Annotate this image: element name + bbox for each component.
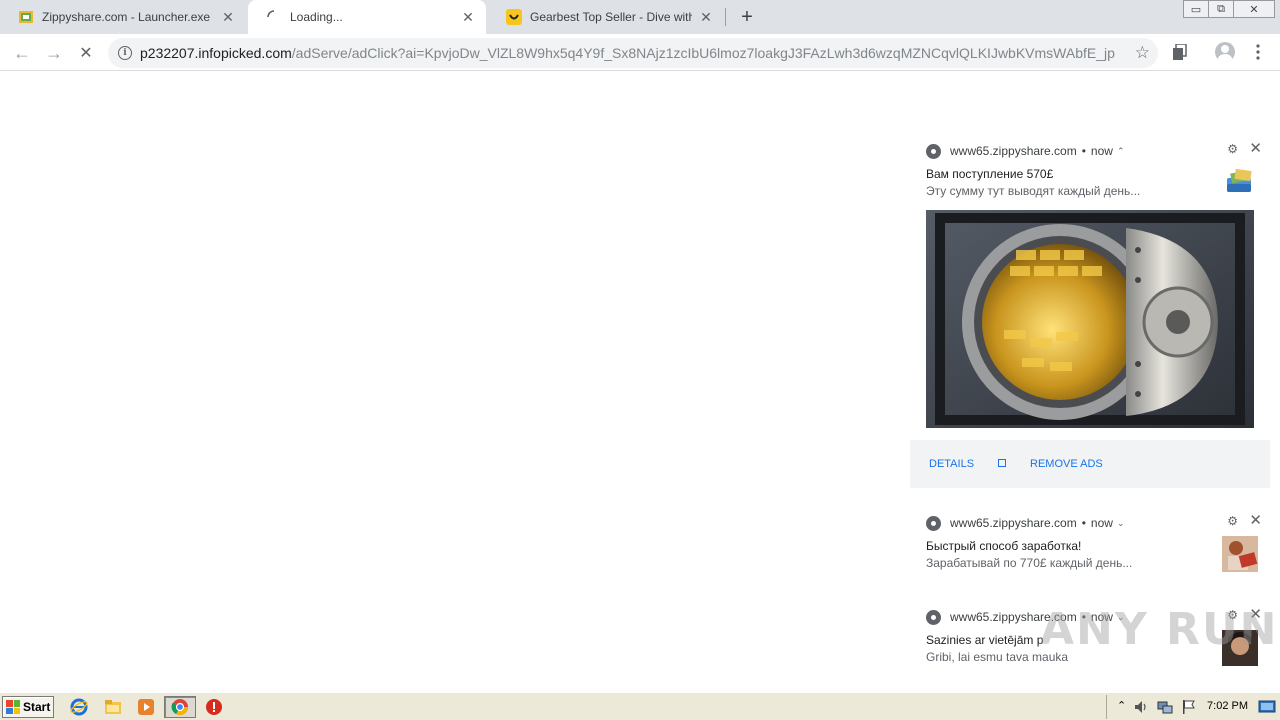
notification-header: www65.zippyshare.com • now ⌃: [926, 142, 1124, 160]
file-explorer-icon[interactable]: [104, 698, 122, 716]
notification-card[interactable]: www65.zippyshare.com • now ⌄ ⚙ ✕ Быстрый…: [910, 512, 1270, 582]
system-tray: ⌃ 7:02 PM: [1106, 695, 1280, 719]
bookmark-star-icon[interactable]: ☆: [1135, 43, 1150, 63]
tab-title: Zippyshare.com - Launcher.exe: [42, 10, 211, 24]
minimize-button[interactable]: ▭: [1183, 0, 1209, 18]
anyrun-watermark: ANY RUN: [1040, 604, 1279, 655]
windows-logo-icon: [6, 700, 20, 714]
tab-title: Loading...: [290, 10, 343, 24]
clock[interactable]: 7:02 PM: [1207, 700, 1248, 712]
remove-ads-label: REMOVE ADS: [1030, 458, 1103, 470]
start-button[interactable]: Start: [2, 696, 54, 718]
chrome-icon: [171, 698, 189, 716]
chrome-icon: [926, 609, 941, 625]
forward-button[interactable]: →: [41, 40, 67, 66]
remove-ads-button[interactable]: REMOVE ADS: [998, 458, 1127, 470]
tray-expand-icon[interactable]: ⌃: [1117, 699, 1126, 712]
separator-dot: •: [1081, 516, 1086, 530]
media-player-icon[interactable]: [137, 698, 155, 716]
loading-spinner-icon: [266, 9, 282, 25]
money-thumbnail-icon: [1225, 168, 1255, 196]
vault-gold-image: [926, 210, 1254, 428]
windows-taskbar: Start ⌃ 7:02 PM: [0, 692, 1280, 720]
internet-explorer-icon[interactable]: [70, 698, 88, 716]
notification-header: www65.zippyshare.com • now ⌄: [926, 514, 1124, 532]
zippyshare-favicon-icon: [18, 9, 34, 25]
tab-close-icon[interactable]: ✕: [220, 9, 236, 25]
notification-source: www65.zippyshare.com: [950, 516, 1077, 530]
person-laptop-thumbnail-icon: [1222, 536, 1258, 572]
back-button[interactable]: ←: [9, 40, 35, 66]
tab-separator: [725, 8, 726, 26]
notification-source: www65.zippyshare.com: [950, 144, 1077, 158]
tab-zippyshare[interactable]: Zippyshare.com - Launcher.exe ✕: [0, 0, 246, 34]
url-host: p232207.infopicked.com: [140, 45, 292, 61]
profile-avatar-icon[interactable]: [1215, 42, 1235, 62]
notification-time: now: [1090, 516, 1113, 530]
network-icon[interactable]: [1157, 699, 1173, 718]
tab-gearbest[interactable]: Gearbest Top Seller - Dive with the C ✕: [488, 0, 724, 34]
notification-card[interactable]: www65.zippyshare.com • now ⌃ ⚙ ✕ Вам пос…: [910, 140, 1270, 493]
tab-title: Gearbest Top Seller - Dive with the C: [530, 10, 692, 24]
details-button[interactable]: DETAILS: [929, 458, 974, 470]
action-center-flag-icon[interactable]: [1181, 699, 1197, 718]
menu-kebab-icon[interactable]: [1248, 42, 1268, 62]
collapse-chevron-icon[interactable]: ⌃: [1117, 146, 1125, 157]
extension-icon[interactable]: [1170, 42, 1190, 62]
settings-gear-icon[interactable]: ⚙: [1227, 142, 1238, 156]
window-close-button[interactable]: ✕: [1233, 0, 1275, 18]
close-icon[interactable]: ✕: [1249, 511, 1262, 529]
notification-title: Вам поступление 570£: [926, 167, 1054, 181]
checkbox-icon: [998, 459, 1007, 467]
url-path: /adServe/adClick?ai=KpvjoDw_VlZL8W9hx5q4…: [291, 45, 1115, 61]
notification-title: Sazinies ar vietējām p: [926, 633, 1044, 647]
security-app-icon[interactable]: [205, 698, 223, 716]
site-info-icon[interactable]: i: [118, 46, 132, 60]
chrome-icon: [926, 515, 941, 531]
tab-close-icon[interactable]: ✕: [460, 9, 476, 25]
show-desktop-icon[interactable]: [1258, 699, 1276, 718]
notification-body: Эту сумму тут выводят каждый день...: [926, 184, 1141, 198]
chrome-icon: [926, 143, 941, 159]
settings-gear-icon[interactable]: ⚙: [1227, 514, 1238, 528]
notification-body: Зарабатывай по 770£ каждый день...: [926, 556, 1133, 570]
tab-close-icon[interactable]: ✕: [698, 9, 714, 25]
tab-loading[interactable]: Loading... ✕: [248, 0, 486, 34]
separator-dot: •: [1081, 144, 1086, 158]
url-text[interactable]: p232207.infopicked.com/adServe/adClick?a…: [140, 45, 1115, 61]
notification-actions: DETAILS REMOVE ADS: [910, 440, 1270, 488]
notification-title: Быстрый способ заработка!: [926, 539, 1082, 553]
close-icon[interactable]: ✕: [1249, 139, 1262, 157]
gearbest-favicon-icon: [506, 9, 522, 25]
volume-icon[interactable]: [1133, 699, 1149, 718]
browser-toolbar: ← → ✕ i p232207.infopicked.com/adServe/a…: [0, 34, 1280, 71]
expand-chevron-icon[interactable]: ⌄: [1117, 518, 1125, 529]
new-tab-button[interactable]: +: [736, 6, 758, 28]
restore-button[interactable]: ⧉: [1208, 0, 1234, 18]
tab-strip: Zippyshare.com - Launcher.exe ✕ Loading.…: [0, 0, 1280, 34]
address-bar[interactable]: i p232207.infopicked.com/adServe/adClick…: [108, 38, 1158, 68]
start-label: Start: [23, 700, 51, 714]
stop-button[interactable]: ✕: [73, 40, 99, 66]
notification-time: now: [1090, 144, 1113, 158]
